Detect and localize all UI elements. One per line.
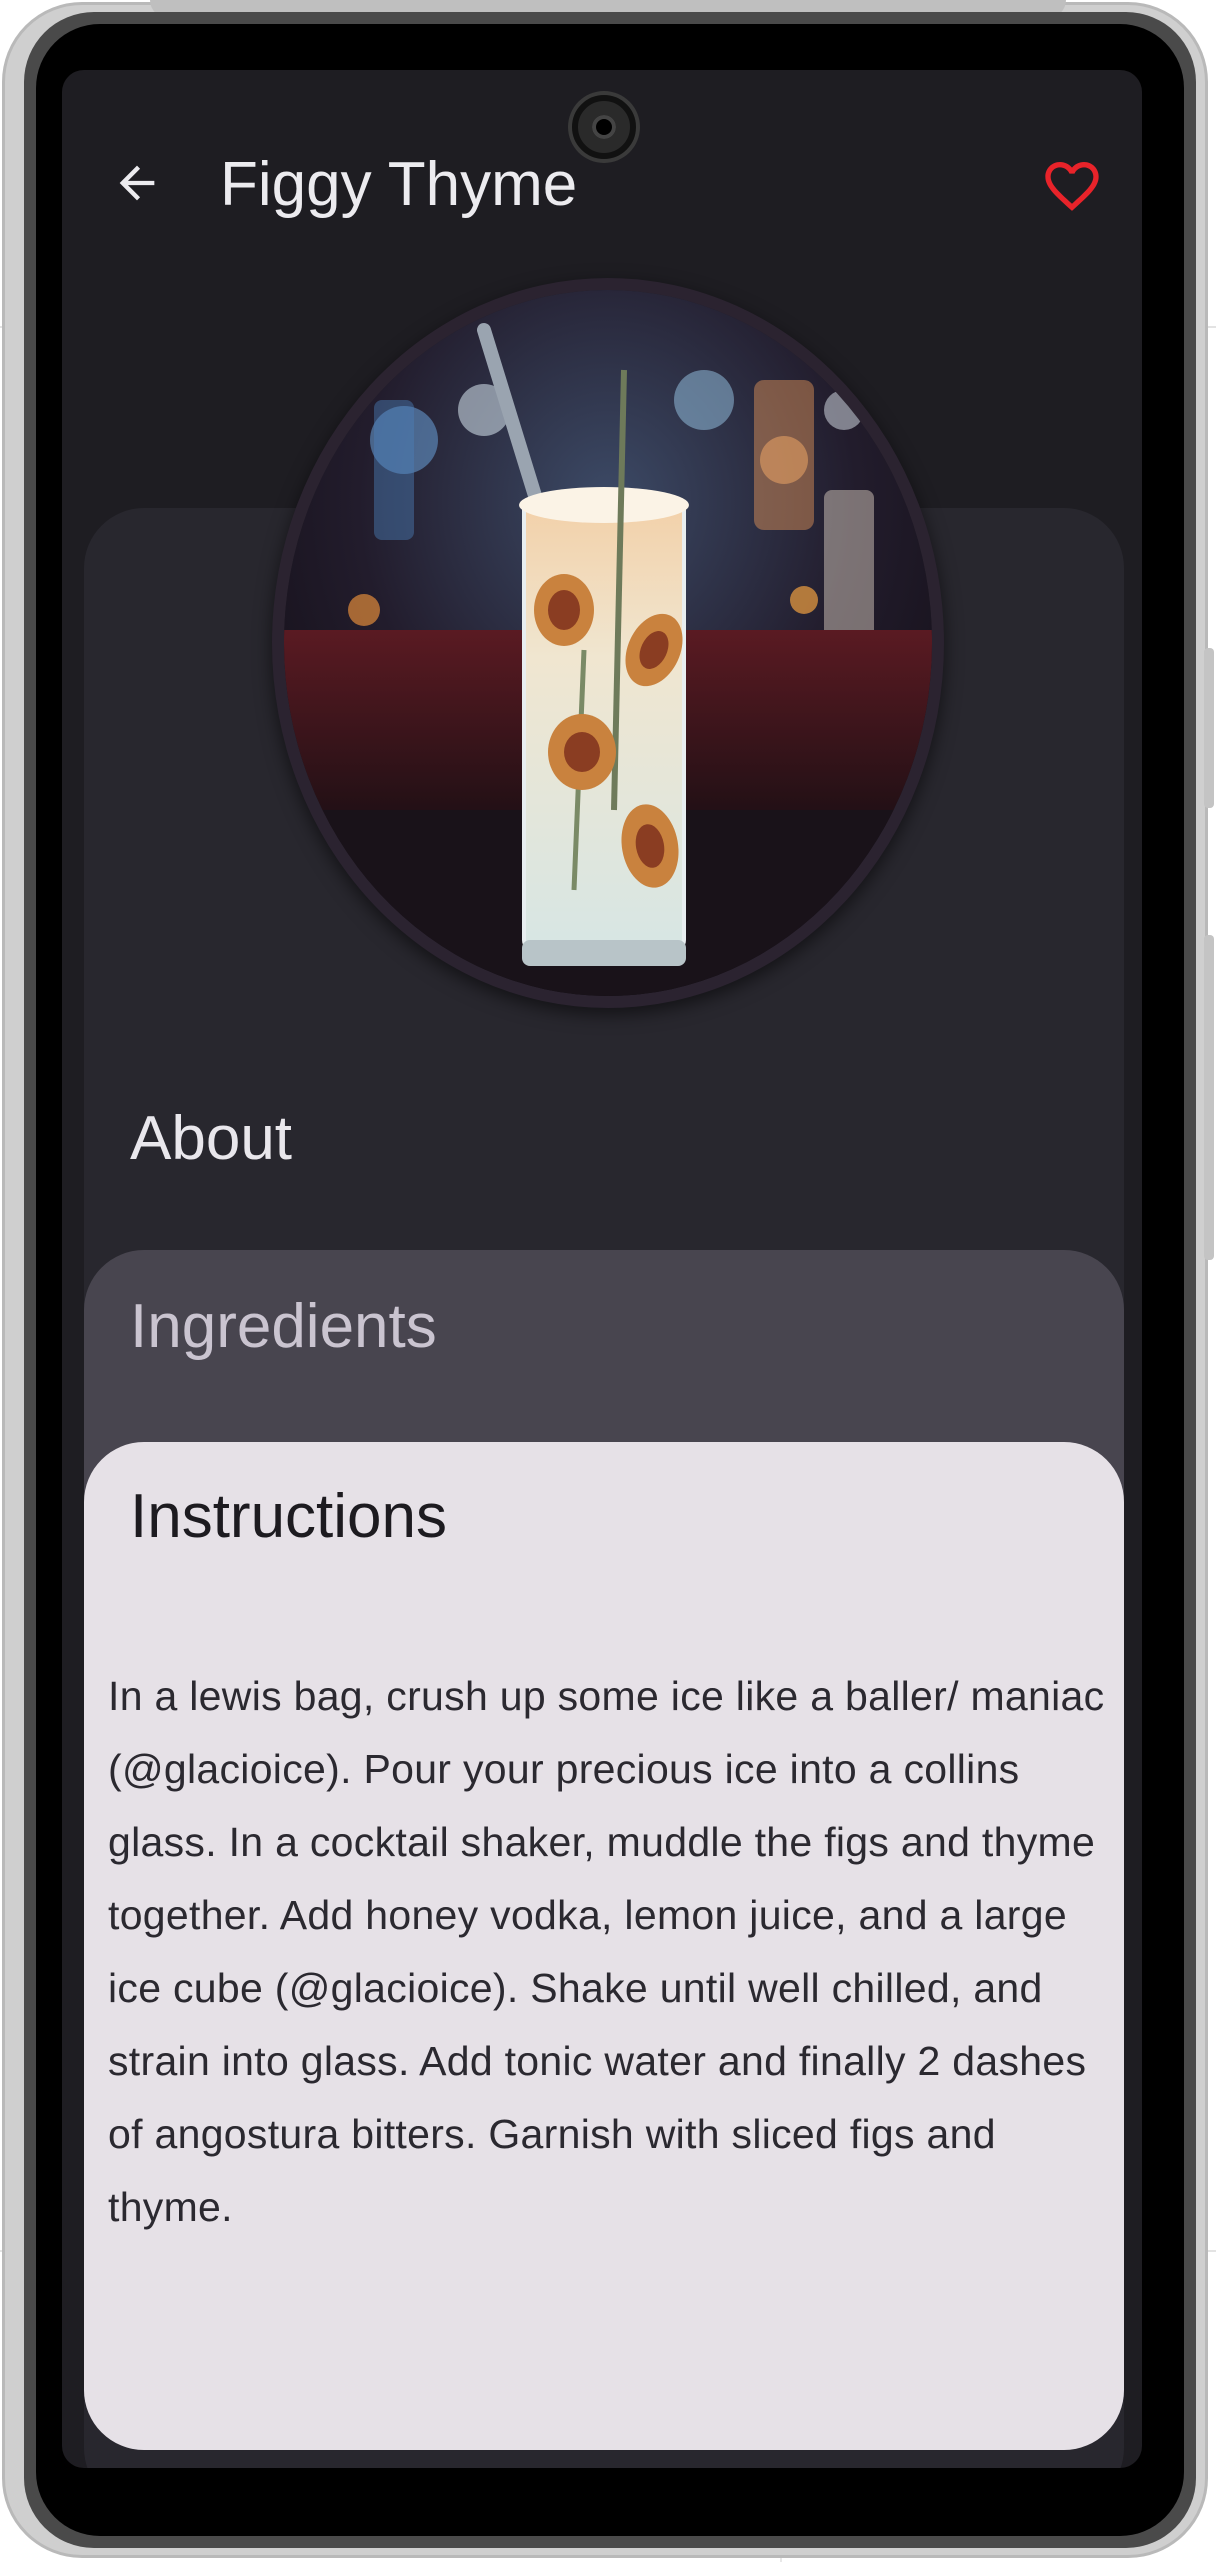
- favorite-button[interactable]: [1032, 148, 1112, 228]
- page-title: Figgy Thyme: [220, 150, 578, 219]
- front-camera: [572, 95, 636, 159]
- arrow-left-icon: [111, 157, 163, 214]
- volume-button: [1204, 648, 1214, 808]
- about-tab-label[interactable]: About: [130, 1108, 292, 1170]
- app-screen: Figgy Thyme About Ingredients Instructio…: [62, 70, 1142, 2468]
- cocktail-image: [272, 278, 944, 1008]
- power-button: [1204, 935, 1214, 1260]
- ingredients-tab-label[interactable]: Ingredients: [130, 1296, 437, 1358]
- instructions-body: In a lewis bag, crush up some ice like a…: [108, 1673, 1105, 2230]
- instructions-tab-label[interactable]: Instructions: [130, 1486, 447, 1548]
- heart-outline-icon: [1040, 154, 1104, 223]
- back-button[interactable]: [102, 150, 172, 220]
